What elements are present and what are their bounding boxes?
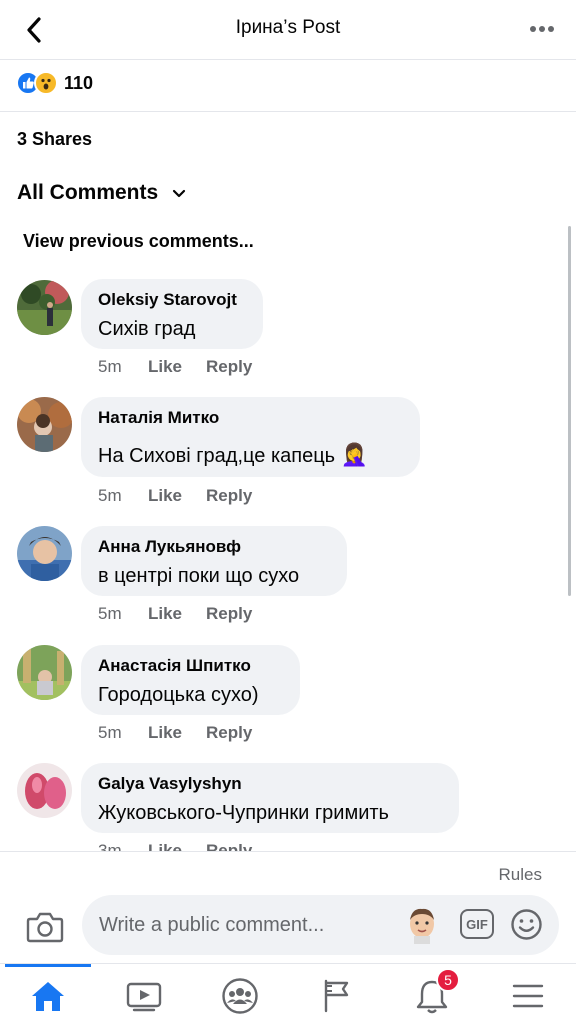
reply-button[interactable]: Reply <box>206 841 252 851</box>
comment-author[interactable]: Анна Лукьяновф <box>98 537 330 557</box>
video-icon <box>126 982 162 1012</box>
comment-composer: Rules Write a public comment... GIF <box>0 851 576 963</box>
menu-icon <box>512 984 544 1008</box>
comment-time[interactable]: 5m <box>98 357 148 377</box>
comment-text: в центрі поки що сухо <box>98 565 300 587</box>
avatar[interactable] <box>17 645 72 700</box>
tab-watch[interactable] <box>124 976 164 1016</box>
like-button[interactable]: Like <box>148 841 206 851</box>
more-options-button[interactable] <box>524 14 560 44</box>
comment-author[interactable]: Galya Vasylyshyn <box>98 774 442 794</box>
like-button[interactable]: Like <box>148 723 206 743</box>
comments-filter-dropdown[interactable]: All Comments <box>17 181 186 205</box>
scrollbar[interactable] <box>568 226 571 596</box>
gif-button[interactable]: GIF <box>460 909 494 939</box>
comment-text: На Сихові град,це капець <box>98 445 336 467</box>
emoji-button[interactable] <box>510 908 543 941</box>
comment-bubble[interactable]: Oleksiy Starovojt Сихів град <box>81 279 263 349</box>
wow-reaction-icon <box>34 71 58 95</box>
comment-input[interactable]: Write a public comment... GIF <box>82 895 559 955</box>
comment-time[interactable]: 5m <box>98 604 148 624</box>
reaction-count: 110 <box>64 72 94 93</box>
comment-author[interactable]: Анастасія Шпитко <box>98 656 283 676</box>
comment-author[interactable]: Наталія Митко <box>98 408 403 428</box>
camera-button[interactable] <box>26 910 64 944</box>
comment-actions: 5m Like Reply <box>98 486 252 506</box>
avatar[interactable] <box>17 397 72 452</box>
rules-link[interactable]: Rules <box>499 865 542 885</box>
comment-actions: 5m Like Reply <box>98 357 252 377</box>
like-button[interactable]: Like <box>148 357 206 377</box>
reply-button[interactable]: Reply <box>206 486 252 506</box>
comment-text-row: На Сихові град,це капець 🤦‍♀️ <box>98 442 403 468</box>
comment-actions: 5m Like Reply <box>98 604 252 624</box>
avatar[interactable] <box>17 280 72 335</box>
comment-actions: 5m Like Reply <box>98 723 252 743</box>
comment-input-placeholder: Write a public comment... <box>99 914 325 936</box>
more-dots-icon <box>530 26 554 32</box>
camera-icon <box>26 912 64 943</box>
comment-text: Городоцька сухо) <box>98 684 259 706</box>
comment-time[interactable]: 3m <box>98 841 148 851</box>
comment-author[interactable]: Oleksiy Starovojt <box>98 290 246 310</box>
divider <box>0 111 576 112</box>
tab-menu[interactable] <box>508 976 548 1016</box>
comment-actions: 3m Like Reply <box>98 841 252 851</box>
like-button[interactable]: Like <box>148 604 206 624</box>
home-icon <box>32 982 64 1011</box>
avatar-sticker-button[interactable] <box>404 906 440 944</box>
comment-bubble[interactable]: Анастасія Шпитко Городоцька сухо) <box>81 645 300 715</box>
comment-time[interactable]: 5m <box>98 486 148 506</box>
reply-button[interactable]: Reply <box>206 723 252 743</box>
facepalm-emoji: 🤦‍♀️ <box>340 442 369 467</box>
comments-filter-label: All Comments <box>17 181 159 204</box>
reply-button[interactable]: Reply <box>206 604 252 624</box>
pages-flag-icon <box>324 979 349 1013</box>
like-button[interactable]: Like <box>148 486 206 506</box>
tab-groups[interactable] <box>220 976 260 1016</box>
smiley-icon <box>511 909 542 940</box>
avatar-sticker-icon <box>410 908 434 944</box>
reactions-summary[interactable]: 110 <box>16 68 93 98</box>
top-bar: Ірина’s Post <box>0 0 576 60</box>
comment-text: Сихів град <box>98 318 196 340</box>
view-previous-comments-link[interactable]: View previous comments... <box>23 231 254 252</box>
avatar[interactable] <box>17 526 72 581</box>
active-tab-indicator <box>5 964 91 967</box>
page-title: Ірина’s Post <box>235 17 341 38</box>
comment-text: Жуковського-Чупринки гримить <box>98 802 389 824</box>
notification-badge: 5 <box>436 968 460 992</box>
tab-pages[interactable] <box>316 976 356 1016</box>
comment-bubble[interactable]: Анна Лукьяновф в центрі поки що сухо <box>81 526 347 596</box>
chevron-down-icon <box>173 189 186 198</box>
tab-home[interactable] <box>28 976 68 1016</box>
bottom-tab-bar: 5 <box>0 963 576 1024</box>
comment-time[interactable]: 5m <box>98 723 148 743</box>
comment-bubble[interactable]: Наталія Митко На Сихові град,це капець 🤦… <box>81 397 420 477</box>
shares-count[interactable]: 3 Shares <box>17 129 92 150</box>
reply-button[interactable]: Reply <box>206 357 252 377</box>
avatar[interactable] <box>17 763 72 818</box>
comment-bubble[interactable]: Galya Vasylyshyn Жуковського-Чупринки гр… <box>81 763 459 833</box>
comment-item: Galya Vasylyshyn Жуковського-Чупринки гр… <box>0 763 576 851</box>
groups-icon <box>222 978 258 1014</box>
